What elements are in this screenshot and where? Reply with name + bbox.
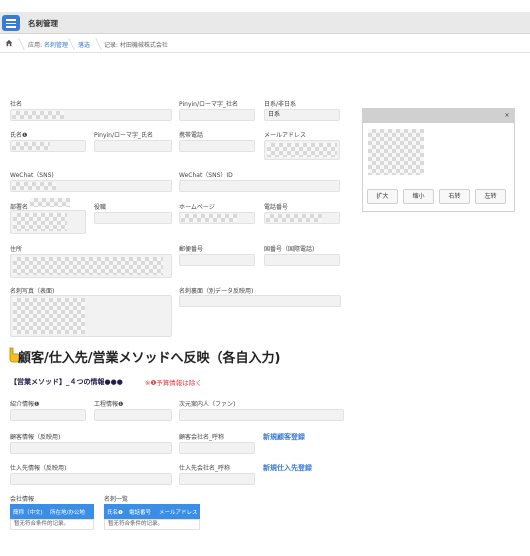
wechat-id-label: WeChat（SNS）ID — [179, 172, 233, 179]
rotate-left-button[interactable]: 左转 — [475, 189, 506, 204]
intro-label: 紹介情報❶ — [10, 401, 40, 408]
process-field[interactable] — [94, 409, 172, 421]
zoom-in-button[interactable]: 扩大 — [367, 189, 398, 204]
name-label: 氏名❶ — [10, 132, 28, 139]
homepage-field[interactable] — [179, 212, 255, 224]
position-field[interactable] — [94, 212, 172, 224]
customer-info-label: 顧客情報（反映用) — [10, 434, 61, 441]
company-table-empty: 暂无符合条件的记录。 — [10, 519, 94, 530]
redacted-value — [266, 214, 322, 222]
reflect-heading: 顧客/仕入先/営業メソッドへ反映（各自入力) — [18, 351, 281, 366]
card-table-header: 氏名❶ 電話番号 メールアドレス — [104, 504, 200, 519]
name-field[interactable] — [10, 140, 86, 152]
column-header[interactable]: 氏名❶ — [107, 508, 123, 516]
country-code-field[interactable] — [264, 254, 340, 266]
breadcrumb-record: 记录: 村田機械株式会社 — [104, 42, 168, 49]
card-image-preview — [368, 129, 424, 175]
card-back-field[interactable] — [179, 295, 341, 307]
postal-field[interactable] — [179, 254, 255, 266]
breadcrumb-separator — [11, 38, 25, 50]
redacted-value — [30, 198, 70, 207]
name-pinyin-field[interactable] — [94, 140, 172, 152]
postal-label: 郵便番号 — [179, 246, 204, 253]
close-icon[interactable]: × — [503, 112, 511, 120]
zoom-out-button[interactable]: 缩小 — [403, 189, 434, 204]
company-table-header: 簡称（中文) 所在地/办公地 — [10, 504, 94, 519]
method-title: 【営業メソッド】_４つの情報●●● — [10, 378, 123, 386]
new-supplier-link[interactable]: 新規仕入先登録 — [263, 463, 312, 473]
guide-field[interactable] — [179, 409, 344, 421]
phone-field[interactable] — [264, 212, 340, 224]
supplier-info-label: 仕入先情報（反映用) — [10, 465, 67, 472]
supplier-call-field[interactable] — [179, 473, 255, 485]
customer-info-field[interactable] — [10, 442, 172, 454]
wechat-id-field[interactable] — [179, 180, 340, 192]
breadcrumb: 应用: 名刺管理 落选 记录: 村田機械株式会社 — [0, 35, 530, 53]
guide-label: 次元案内人（ファン) — [179, 401, 236, 408]
company-pinyin-field[interactable] — [179, 109, 255, 121]
supplier-call-label: 仕入先会社名_呼称 — [179, 465, 231, 472]
company-pinyin-label: Pinyin/ローマ字_社名 — [179, 101, 238, 108]
country-code-label: 国番号（国際電話) — [264, 246, 315, 253]
mobile-label: 携帯電話 — [179, 132, 204, 139]
budget-warning: ※❶予算情報は除く — [145, 379, 202, 387]
company-name-field[interactable] — [10, 109, 172, 121]
process-label: 工程情報❶ — [94, 401, 124, 408]
company-info-label: 会社情報 — [10, 496, 35, 503]
company-name-label: 社名 — [10, 101, 23, 108]
wechat-label: WeChat（SNS) — [10, 172, 54, 179]
breadcrumb-section[interactable]: 落选 — [78, 40, 90, 49]
address-field[interactable] — [10, 254, 172, 278]
mobile-field[interactable] — [179, 140, 255, 152]
wechat-field[interactable] — [10, 180, 172, 192]
email-field[interactable] — [264, 140, 340, 160]
department-field[interactable] — [10, 210, 86, 234]
image-viewer-panel: × 扩大 缩小 右转 左转 — [362, 108, 515, 212]
breadcrumb-separator — [88, 38, 102, 50]
address-label: 住所 — [10, 246, 23, 253]
redacted-value — [13, 213, 67, 231]
card-front-thumbnail[interactable] — [13, 298, 85, 334]
name-pinyin-label: Pinyin/ローマ字_氏名 — [94, 132, 153, 139]
menu-icon[interactable] — [2, 15, 20, 31]
redacted-value — [181, 214, 237, 222]
card-table-empty: 暂无符合条件的记录。 — [104, 519, 200, 530]
redacted-value — [13, 257, 163, 275]
rotate-right-button[interactable]: 右转 — [439, 189, 470, 204]
column-header[interactable]: メールアドレス — [159, 508, 198, 516]
card-front-label: 名刺写真（表面) — [10, 288, 55, 295]
app-title: 名刺管理 — [28, 19, 58, 28]
nikkei-label: 日系/非日系 — [264, 101, 297, 108]
redacted-value — [267, 143, 337, 157]
card-list-label: 名刺一覧 — [104, 496, 129, 503]
nikkei-field[interactable]: 日系 — [264, 109, 340, 121]
intro-field[interactable] — [10, 409, 86, 421]
homepage-label: ホームページ — [179, 204, 215, 211]
redacted-value — [12, 111, 64, 119]
card-front-image[interactable] — [10, 295, 172, 337]
customer-call-label: 顧客会社名_呼称 — [179, 434, 225, 441]
phone-label: 電話番号 — [264, 204, 289, 211]
email-label: メールアドレス — [264, 132, 307, 139]
column-header[interactable]: 所在地/办公地 — [50, 508, 85, 516]
position-label: 役職 — [94, 204, 107, 211]
supplier-info-field[interactable] — [10, 473, 172, 485]
card-back-label: 名刺裏面（別データ反映用) — [179, 288, 254, 295]
redacted-value — [12, 142, 50, 150]
new-customer-link[interactable]: 新規顧客登録 — [263, 432, 305, 442]
customer-call-field[interactable] — [179, 442, 255, 454]
column-header[interactable]: 簡称（中文) — [13, 508, 43, 516]
column-header[interactable]: 電話番号 — [129, 508, 151, 516]
app-header: 名刺管理 — [0, 12, 530, 34]
redacted-value — [12, 182, 56, 190]
image-viewer-header: × — [363, 109, 514, 123]
